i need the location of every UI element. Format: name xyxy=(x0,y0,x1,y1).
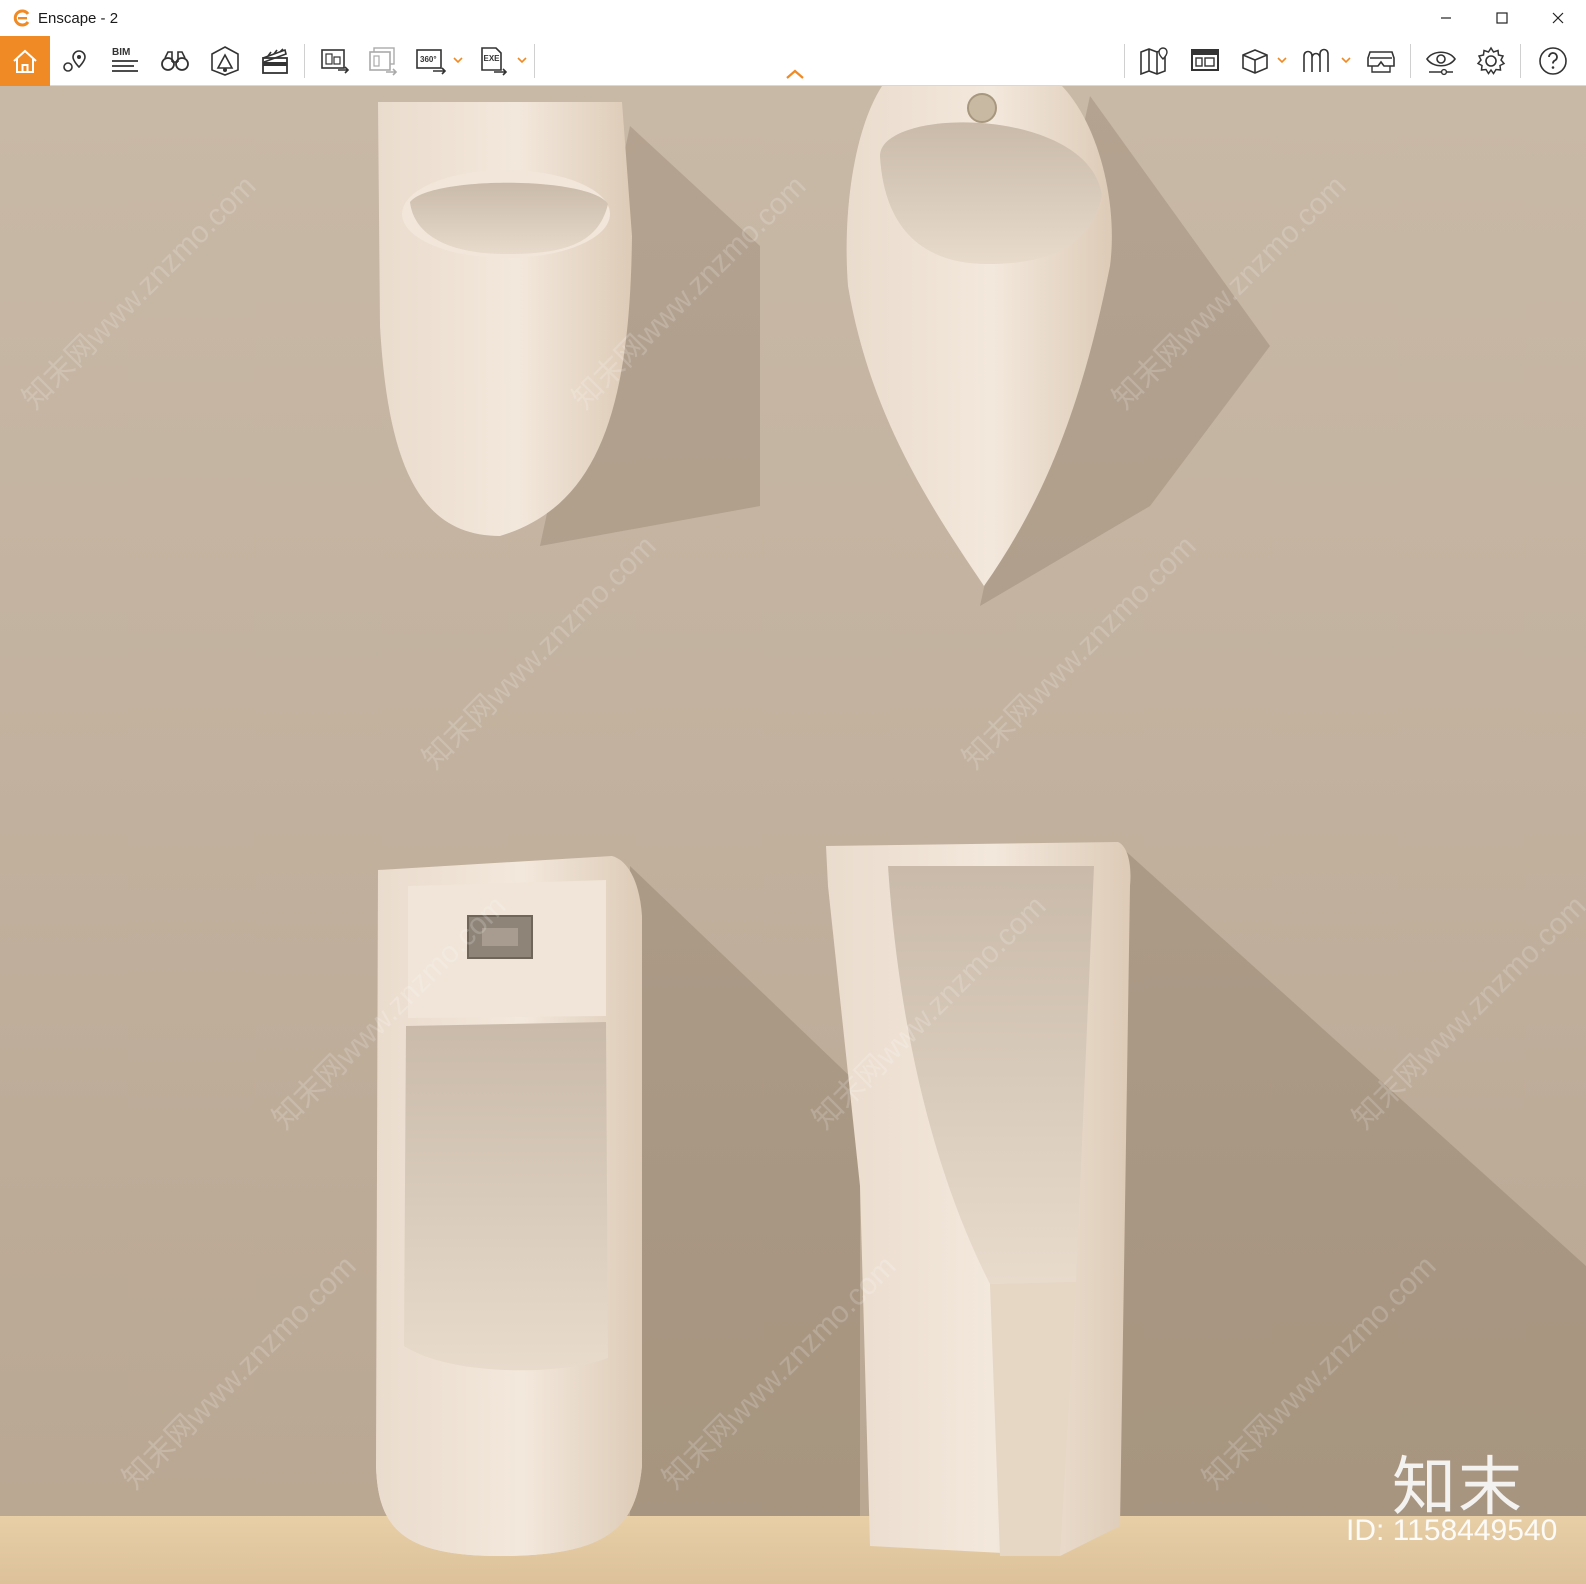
minimize-button[interactable] xyxy=(1418,0,1474,36)
main-toolbar: BIM 360° EXE xyxy=(0,36,1586,86)
chevron-down-icon xyxy=(1341,57,1351,64)
render-viewport[interactable]: 知末网www.znzmo.com 知末网www.znzmo.com 知末网www… xyxy=(0,86,1586,1584)
location-pin-icon xyxy=(63,50,86,72)
collapse-toolbar-button[interactable] xyxy=(784,66,806,82)
minimize-icon xyxy=(1441,17,1451,19)
visual-settings-button[interactable] xyxy=(1416,36,1466,86)
flush-button xyxy=(967,93,997,123)
enscape-logo-icon xyxy=(12,8,32,28)
view-mode-dropdown[interactable] xyxy=(1276,54,1288,66)
vr-headset-button[interactable] xyxy=(1356,36,1406,86)
sun-house-icon xyxy=(211,46,239,76)
panorama-dropdown[interactable] xyxy=(452,54,464,66)
help-icon xyxy=(1539,47,1567,75)
toolbar-separator xyxy=(1410,44,1411,78)
chevron-down-icon xyxy=(1277,57,1287,64)
batch-render-icon xyxy=(369,47,398,76)
exe-export-dropdown[interactable] xyxy=(516,54,528,66)
screenshot-button[interactable] xyxy=(310,36,360,86)
close-icon xyxy=(1552,12,1564,24)
visual-settings-icon xyxy=(1426,51,1456,76)
video-editor-button[interactable] xyxy=(250,36,300,86)
binoculars-icon xyxy=(161,51,189,71)
chevron-down-icon xyxy=(517,57,527,64)
settings-gear-icon xyxy=(1476,46,1506,75)
chevron-down-icon xyxy=(453,57,463,64)
cube-view-icon xyxy=(1242,49,1268,74)
maximize-icon xyxy=(1496,12,1508,24)
exe-export-button[interactable]: EXE xyxy=(468,36,518,86)
minimap-button[interactable] xyxy=(1180,36,1230,86)
title-bar: Enscape - 2 xyxy=(0,0,1586,36)
screenshot-export-icon xyxy=(321,49,350,74)
asset-library-dropdown[interactable] xyxy=(1340,54,1352,66)
panorama-button[interactable]: 360° xyxy=(406,36,456,86)
walk-mode-button[interactable] xyxy=(150,36,200,86)
bim-info-button[interactable]: BIM xyxy=(100,36,150,86)
home-icon xyxy=(13,49,37,73)
close-button[interactable] xyxy=(1530,0,1586,36)
maximize-button[interactable] xyxy=(1474,0,1530,36)
window-title: Enscape - 2 xyxy=(38,9,119,27)
chevron-up-icon xyxy=(786,69,804,79)
asset-library-button[interactable] xyxy=(1292,36,1342,86)
toolbar-separator xyxy=(304,44,305,78)
vr-headset-icon xyxy=(1367,51,1395,73)
clapperboard-icon xyxy=(262,48,288,74)
window-controls xyxy=(1418,0,1586,36)
atmosphere-button[interactable] xyxy=(200,36,250,86)
batch-render-button[interactable] xyxy=(358,36,408,86)
exe-label: EXE xyxy=(484,54,501,63)
toolbar-separator xyxy=(1520,44,1521,78)
panorama-label: 360° xyxy=(420,55,437,64)
view-mode-button[interactable] xyxy=(1230,36,1280,86)
toolbar-separator xyxy=(1124,44,1125,78)
map-icon xyxy=(1140,47,1168,76)
exe-export-icon: EXE xyxy=(481,47,508,76)
settings-button[interactable] xyxy=(1466,36,1516,86)
bim-info-icon: BIM xyxy=(112,47,138,72)
help-button[interactable] xyxy=(1528,36,1578,86)
map-button[interactable] xyxy=(1130,36,1180,86)
panorama-360-icon: 360° xyxy=(416,49,447,75)
view-management-button[interactable] xyxy=(50,36,100,86)
watermark-id: ID: 1158449540 xyxy=(1346,1514,1558,1547)
asset-library-icon xyxy=(1303,48,1329,72)
bim-label: BIM xyxy=(112,47,130,58)
toolbar-separator xyxy=(534,44,535,78)
home-button[interactable] xyxy=(0,36,50,86)
minimap-icon xyxy=(1191,49,1219,71)
